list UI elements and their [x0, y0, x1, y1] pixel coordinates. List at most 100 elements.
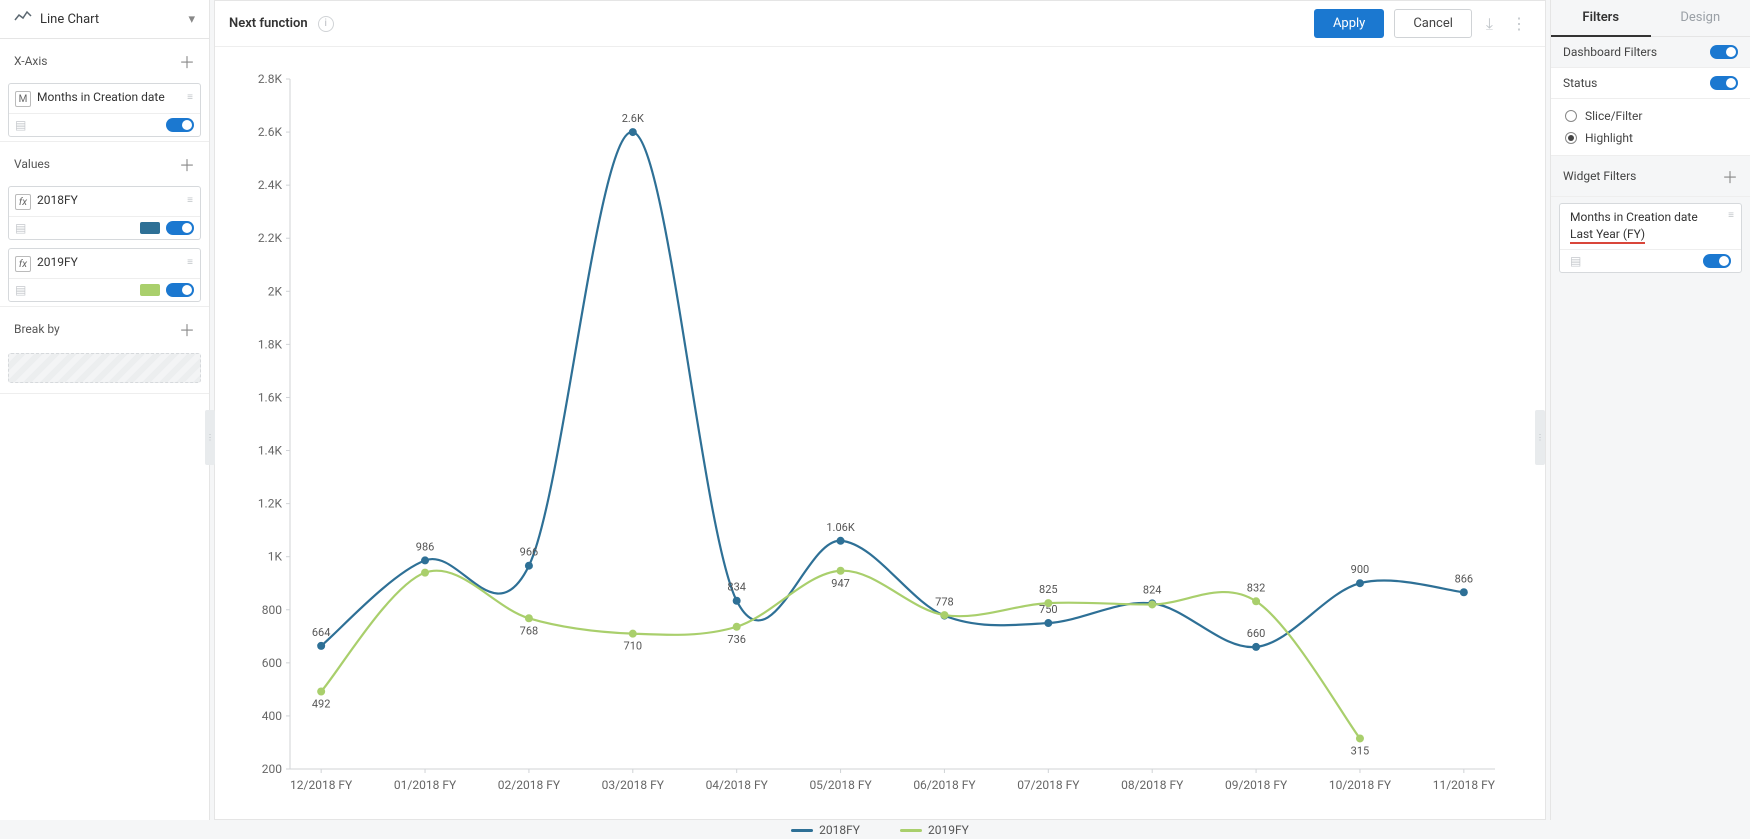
- chart-type-label: Line Chart: [40, 12, 188, 27]
- radio-slice-filter[interactable]: Slice/Filter: [1551, 105, 1750, 127]
- drag-handle-icon[interactable]: ≡: [187, 92, 194, 103]
- svg-text:2.2K: 2.2K: [258, 231, 283, 245]
- svg-text:06/2018 FY: 06/2018 FY: [913, 778, 976, 792]
- add-breakby-button[interactable]: ＋: [179, 317, 195, 341]
- legend-marker: [900, 829, 922, 832]
- svg-text:09/2018 FY: 09/2018 FY: [1225, 778, 1288, 792]
- svg-text:866: 866: [1455, 572, 1474, 585]
- chevron-down-icon: ▾: [188, 12, 195, 27]
- widget-filter-item[interactable]: Months in Creation date ≡ Last Year (FY)…: [1559, 203, 1742, 273]
- add-value-button[interactable]: ＋: [179, 152, 195, 176]
- main-toolbar: Next function i Apply Cancel ⤓ ⋮: [215, 1, 1545, 47]
- breakby-section: Break by ＋: [0, 307, 209, 394]
- radio-icon: [1565, 132, 1577, 144]
- legend-marker: [791, 829, 813, 832]
- left-panel-collapse-handle[interactable]: ⋮: [205, 410, 215, 465]
- svg-text:07/2018 FY: 07/2018 FY: [1017, 778, 1080, 792]
- svg-text:736: 736: [727, 633, 746, 646]
- xaxis-title: X-Axis: [14, 54, 47, 68]
- more-menu-icon[interactable]: ⋮: [1507, 14, 1531, 33]
- svg-text:08/2018 FY: 08/2018 FY: [1121, 778, 1184, 792]
- formula-badge: fx: [15, 194, 31, 210]
- svg-text:11/2018 FY: 11/2018 FY: [1433, 778, 1496, 792]
- svg-text:1.4K: 1.4K: [258, 444, 283, 458]
- legend-item-2019[interactable]: 2019FY: [900, 823, 969, 837]
- radio-label: Highlight: [1585, 131, 1633, 145]
- widget-filters-header: Widget Filters ＋: [1551, 156, 1750, 197]
- filter-icon[interactable]: ▤: [1570, 254, 1581, 268]
- export-icon[interactable]: ⤓: [1482, 14, 1497, 34]
- info-icon[interactable]: i: [318, 16, 334, 32]
- values-title: Values: [14, 157, 50, 171]
- drag-handle-icon[interactable]: ≡: [1728, 210, 1735, 221]
- value-item-2019[interactable]: fx 2019FY ≡ ▤: [8, 248, 201, 302]
- field-toggle[interactable]: [166, 118, 194, 132]
- svg-text:10/2018 FY: 10/2018 FY: [1329, 778, 1392, 792]
- svg-text:04/2018 FY: 04/2018 FY: [706, 778, 769, 792]
- chart-legend: 2018FY 2019FY: [215, 821, 1545, 839]
- svg-text:400: 400: [262, 709, 282, 723]
- svg-text:947: 947: [831, 577, 850, 590]
- right-panel-tabs: Filters Design: [1551, 0, 1750, 37]
- filter-icon[interactable]: ▤: [15, 221, 26, 235]
- xaxis-item[interactable]: M Months in Creation date ≡ ▤: [8, 83, 201, 137]
- widget-filter-toggle[interactable]: [1703, 254, 1731, 268]
- svg-text:1.2K: 1.2K: [258, 497, 283, 511]
- radio-highlight[interactable]: Highlight: [1551, 127, 1750, 149]
- status-label: Status: [1563, 76, 1597, 90]
- svg-text:2K: 2K: [268, 284, 283, 298]
- status-row: Status: [1551, 68, 1750, 99]
- chart-type-selector[interactable]: Line Chart ▾: [0, 0, 209, 39]
- svg-text:600: 600: [262, 656, 282, 670]
- dashboard-filters-toggle[interactable]: [1710, 45, 1738, 59]
- svg-text:966: 966: [520, 546, 539, 559]
- series-color-swatch[interactable]: [140, 222, 160, 234]
- svg-text:2.6K: 2.6K: [622, 112, 644, 125]
- status-toggle[interactable]: [1710, 76, 1738, 90]
- xaxis-item-label: Months in Creation date: [37, 90, 165, 106]
- svg-text:710: 710: [624, 640, 643, 653]
- widget-title: Next function: [229, 16, 308, 31]
- series-color-swatch[interactable]: [140, 284, 160, 296]
- svg-text:778: 778: [935, 596, 954, 609]
- svg-text:200: 200: [262, 762, 282, 776]
- svg-text:03/2018 FY: 03/2018 FY: [602, 778, 665, 792]
- line-chart: 2004006008001K1.2K1.4K1.6K1.8K2K2.2K2.4K…: [235, 67, 1515, 811]
- add-xaxis-button[interactable]: ＋: [179, 49, 195, 73]
- field-toggle[interactable]: [166, 221, 194, 235]
- cancel-button[interactable]: Cancel: [1394, 9, 1472, 38]
- widget-filters-label: Widget Filters: [1563, 169, 1636, 183]
- svg-text:664: 664: [312, 626, 331, 639]
- svg-text:2.6K: 2.6K: [258, 125, 283, 139]
- svg-text:2.8K: 2.8K: [258, 72, 283, 86]
- svg-text:824: 824: [1143, 583, 1162, 596]
- svg-text:900: 900: [1351, 563, 1370, 576]
- breakby-dropzone[interactable]: [8, 353, 201, 383]
- tab-filters[interactable]: Filters: [1551, 0, 1651, 37]
- field-toggle[interactable]: [166, 283, 194, 297]
- tab-design[interactable]: Design: [1651, 0, 1750, 36]
- svg-text:986: 986: [416, 540, 435, 553]
- drag-handle-icon[interactable]: ≡: [187, 195, 194, 206]
- filter-icon[interactable]: ▤: [15, 118, 26, 132]
- legend-item-2018[interactable]: 2018FY: [791, 823, 860, 837]
- widget-filter-label: Months in Creation date: [1560, 204, 1741, 227]
- dimension-badge: M: [15, 91, 31, 107]
- filter-mode-group: Slice/Filter Highlight: [1551, 99, 1750, 156]
- svg-text:2.4K: 2.4K: [258, 178, 283, 192]
- drag-handle-icon[interactable]: ≡: [187, 257, 194, 268]
- value-item-label: 2018FY: [37, 193, 78, 209]
- value-item-2018[interactable]: fx 2018FY ≡ ▤: [8, 186, 201, 240]
- right-panel: Filters Design Dashboard Filters Status …: [1550, 0, 1750, 820]
- chart-area: 2004006008001K1.2K1.4K1.6K1.8K2K2.2K2.4K…: [215, 47, 1545, 821]
- value-item-label: 2019FY: [37, 255, 78, 271]
- main-panel: Next function i Apply Cancel ⤓ ⋮ 200 400 6…: [214, 0, 1546, 820]
- filter-icon[interactable]: ▤: [15, 283, 26, 297]
- svg-text:1K: 1K: [268, 550, 283, 564]
- svg-text:492: 492: [312, 698, 331, 711]
- add-widget-filter-button[interactable]: ＋: [1722, 164, 1738, 188]
- svg-text:1.6K: 1.6K: [258, 390, 283, 404]
- right-panel-collapse-handle[interactable]: ⋮: [1535, 410, 1545, 465]
- apply-button[interactable]: Apply: [1314, 9, 1384, 38]
- widget-filter-value[interactable]: Last Year (FY): [1560, 227, 1741, 249]
